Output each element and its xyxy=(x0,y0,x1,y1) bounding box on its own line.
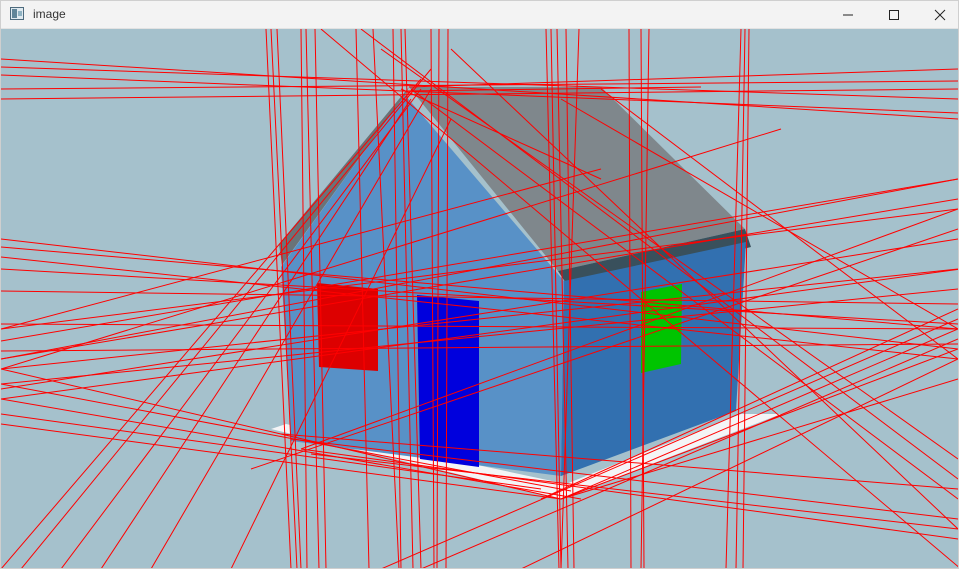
window-title: image xyxy=(33,7,66,21)
close-icon xyxy=(934,9,946,20)
app-image-icon xyxy=(10,7,24,20)
maximize-icon xyxy=(889,9,899,20)
scene-image xyxy=(1,29,958,568)
close-button[interactable] xyxy=(917,1,958,28)
title-bar[interactable]: image xyxy=(1,1,958,29)
minimize-button[interactable] xyxy=(825,1,871,28)
minimize-icon xyxy=(843,14,853,15)
house-door xyxy=(417,295,479,467)
maximize-button[interactable] xyxy=(871,1,917,28)
image-window: image xyxy=(0,0,959,569)
image-canvas xyxy=(1,29,958,568)
